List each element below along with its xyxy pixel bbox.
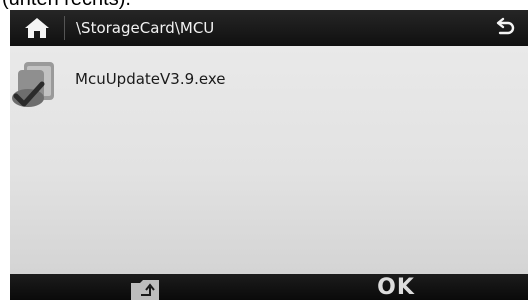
home-button[interactable] xyxy=(24,17,50,39)
title-divider xyxy=(64,16,65,40)
file-browser-screen: \StorageCard\MCU McuUpdateV3.9.exe OK xyxy=(10,10,528,300)
back-button[interactable] xyxy=(494,17,516,39)
file-name: McuUpdateV3.9.exe xyxy=(75,70,226,88)
ok-button[interactable]: OK xyxy=(372,275,420,300)
executable-file-icon xyxy=(10,58,62,110)
home-icon xyxy=(25,18,49,38)
caption-text: (unten rechts). xyxy=(2,0,131,10)
folder-up-button[interactable] xyxy=(128,277,162,300)
folder-up-icon xyxy=(131,280,159,300)
bottom-toolbar: OK xyxy=(10,274,528,300)
file-list-item[interactable]: McuUpdateV3.9.exe xyxy=(10,54,310,112)
back-arrow-icon xyxy=(496,17,515,35)
current-path: \StorageCard\MCU xyxy=(76,19,215,37)
file-list: McuUpdateV3.9.exe xyxy=(10,46,528,274)
title-bar: \StorageCard\MCU xyxy=(10,10,528,46)
